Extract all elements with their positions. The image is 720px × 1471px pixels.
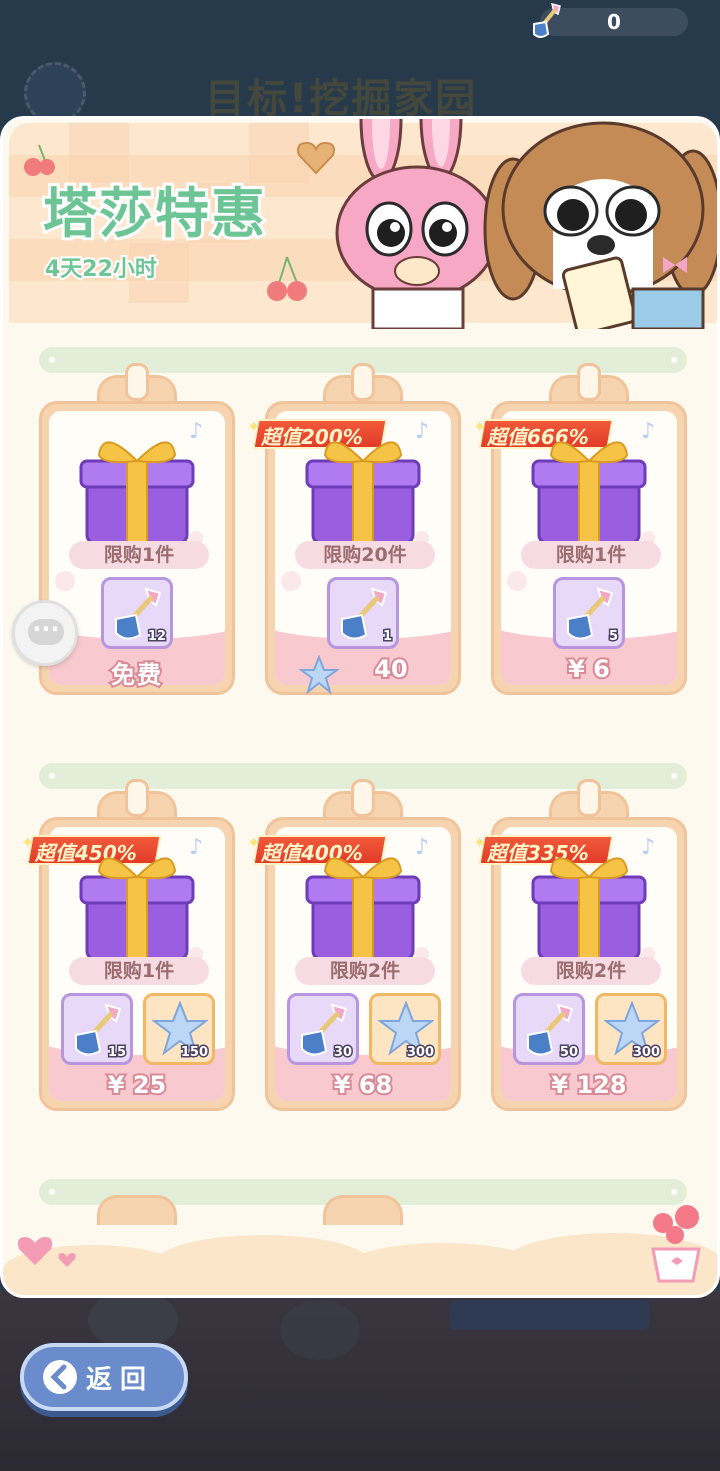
item-quantity: 12 bbox=[146, 628, 167, 646]
price-button[interactable]: 免费 bbox=[39, 655, 235, 691]
gift-box-icon bbox=[531, 857, 647, 961]
back-button-label: 返回 bbox=[86, 1365, 155, 1395]
bunny-character bbox=[335, 119, 499, 329]
reward-item-shovel[interactable]: 30 bbox=[287, 993, 359, 1065]
purchase-limit: 限购1件 bbox=[69, 541, 209, 569]
purchase-limit: 限购20件 bbox=[295, 541, 435, 569]
reward-item-shovel[interactable]: 1 bbox=[327, 577, 399, 649]
cookie-heart-icon bbox=[297, 141, 335, 175]
purchase-limit: 限购1件 bbox=[521, 541, 661, 569]
panel-footer bbox=[3, 1205, 717, 1295]
reward-item-shovel[interactable]: 12 bbox=[101, 577, 173, 649]
back-arrow-icon bbox=[43, 1360, 77, 1394]
countdown-timer: 4天22小时 bbox=[43, 255, 159, 284]
item-quantity: 300 bbox=[405, 1044, 435, 1062]
clip-peg bbox=[577, 779, 601, 817]
clip-peg bbox=[125, 363, 149, 401]
clip-peg bbox=[351, 363, 375, 401]
reward-item-crystal[interactable]: 150 bbox=[143, 993, 215, 1065]
item-quantity: 30 bbox=[332, 1044, 353, 1062]
price-button[interactable]: ¥ 128 bbox=[491, 1069, 687, 1101]
shop-panel: 塔莎特惠 4天22小时 ♪ 限购1件 12 免费 ♪ ✦ 超值200% 限购20… bbox=[0, 116, 720, 1298]
background-decoration bbox=[280, 1300, 360, 1360]
item-quantity: 150 bbox=[179, 1044, 209, 1062]
gift-box-icon bbox=[531, 441, 647, 545]
price-button[interactable]: ¥ 6 bbox=[491, 653, 687, 685]
offer-card-3[interactable]: ♪ ✦ 超值666% 限购1件 5 ¥ 6 bbox=[473, 363, 687, 695]
offer-card-6[interactable]: ♪ ✦ 超值335% 限购2件 50 300 ¥ 128 bbox=[473, 779, 687, 1111]
offer-card-2[interactable]: ♪ ✦ 超值200% 限购20件 1 40 bbox=[247, 363, 461, 695]
banner-title: 塔莎特惠 bbox=[40, 179, 268, 248]
item-quantity: 300 bbox=[631, 1044, 661, 1062]
background-character bbox=[88, 1290, 178, 1350]
clip-peg bbox=[351, 779, 375, 817]
chat-icon bbox=[28, 615, 64, 645]
gift-box-icon bbox=[79, 441, 195, 545]
background-menu-icon bbox=[24, 62, 86, 124]
reward-item-shovel[interactable]: 5 bbox=[553, 577, 625, 649]
mascot-characters bbox=[335, 119, 717, 329]
back-button[interactable]: 返回 bbox=[20, 1343, 188, 1411]
item-quantity: 1 bbox=[381, 628, 393, 646]
gift-box-icon bbox=[305, 441, 421, 545]
item-quantity: 50 bbox=[558, 1044, 579, 1062]
reward-item-crystal[interactable]: 300 bbox=[595, 993, 667, 1065]
item-quantity: 15 bbox=[106, 1044, 127, 1062]
chat-bubble-button[interactable] bbox=[12, 600, 78, 666]
price-button[interactable]: 40 bbox=[321, 653, 461, 685]
offer-card-4[interactable]: ♪ ✦ 超值450% 限购1件 15 150 ¥ 25 bbox=[21, 779, 235, 1111]
flower-pot-icon bbox=[651, 1205, 701, 1283]
gift-box-icon bbox=[305, 857, 421, 961]
purchase-limit: 限购2件 bbox=[521, 957, 661, 985]
background-dig-button bbox=[450, 1300, 650, 1330]
purchase-limit: 限购2件 bbox=[295, 957, 435, 985]
heart-icon bbox=[17, 1237, 76, 1267]
clip-peg bbox=[125, 779, 149, 817]
reward-item-crystal[interactable]: 300 bbox=[369, 993, 441, 1065]
clip-peg bbox=[577, 363, 601, 401]
reward-item-shovel[interactable]: 50 bbox=[513, 993, 585, 1065]
item-quantity: 5 bbox=[607, 628, 619, 646]
offer-card-5[interactable]: ♪ ✦ 超值400% 限购2件 30 300 ¥ 68 bbox=[247, 779, 461, 1111]
price-button[interactable]: ¥ 25 bbox=[39, 1069, 235, 1101]
dog-character bbox=[483, 121, 717, 329]
shovel-currency-bar: 0 bbox=[533, 2, 688, 38]
purchase-limit: 限购1件 bbox=[69, 957, 209, 985]
shovel-count: 0 bbox=[607, 10, 621, 34]
reward-item-shovel[interactable]: 15 bbox=[61, 993, 133, 1065]
gift-box-icon bbox=[79, 857, 195, 961]
cherry-icon bbox=[267, 256, 307, 301]
price-button[interactable]: ¥ 68 bbox=[265, 1069, 461, 1101]
